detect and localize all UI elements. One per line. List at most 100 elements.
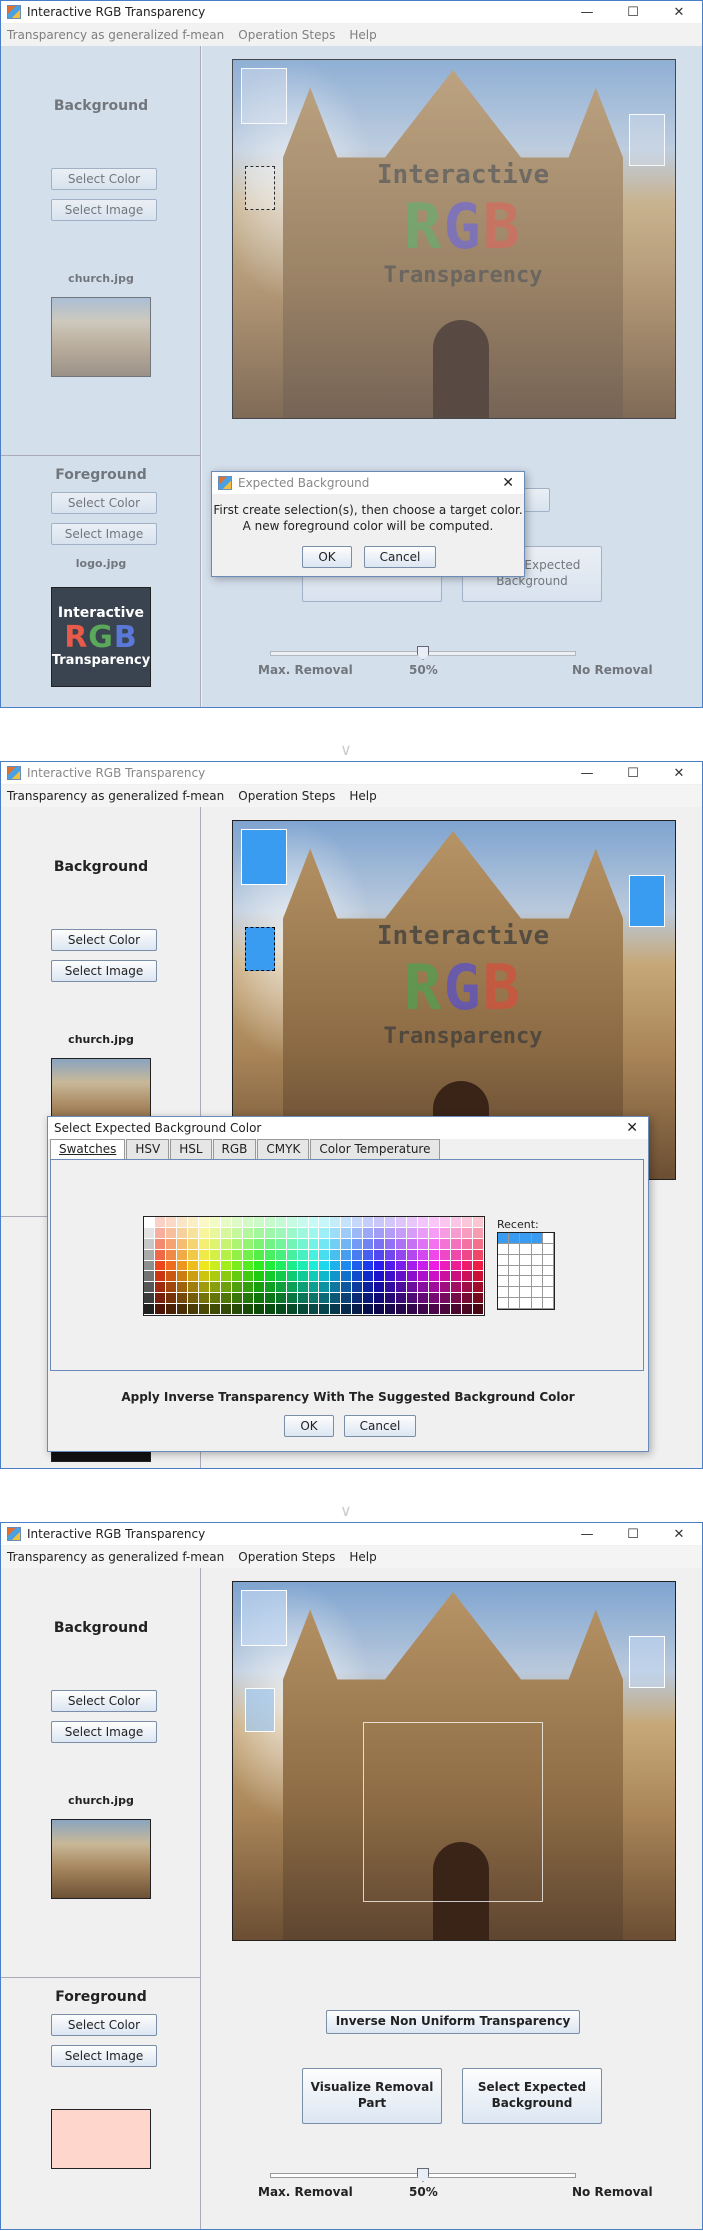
swatch-cell[interactable] [451,1217,463,1228]
swatch-cell[interactable] [407,1304,419,1315]
swatch-cell[interactable] [198,1238,210,1250]
swatch-cell[interactable] [198,1293,210,1305]
swatch-cell[interactable] [253,1249,265,1261]
bg-select-color-button[interactable]: Select Color [51,168,157,190]
swatch-cell[interactable] [330,1227,342,1239]
swatch-cell[interactable] [187,1227,199,1239]
swatch-cell[interactable] [165,1227,177,1239]
swatch-cell[interactable] [418,1282,430,1294]
swatch-cell[interactable] [264,1271,276,1283]
bg-select-color-button[interactable]: Select Color [51,929,157,951]
swatch-cell[interactable] [165,1304,177,1315]
swatch-cell[interactable] [165,1238,177,1250]
swatch-cell[interactable] [319,1293,331,1305]
swatch-cell[interactable] [165,1249,177,1261]
swatch-cell[interactable] [187,1271,199,1283]
swatch-cell[interactable] [363,1260,375,1272]
swatch-cell[interactable] [440,1304,452,1315]
swatch-cell[interactable] [308,1271,320,1283]
swatch-cell[interactable] [253,1282,265,1294]
swatch-cell[interactable] [440,1217,452,1228]
swatch-cell[interactable] [341,1227,353,1239]
swatch-cell[interactable] [363,1227,375,1239]
swatch-cell[interactable] [176,1249,188,1261]
swatch-cell[interactable] [429,1260,441,1272]
slider-thumb[interactable] [417,2168,429,2182]
swatch-cell[interactable] [264,1260,276,1272]
swatch-cell[interactable] [374,1238,386,1250]
swatch-cell[interactable] [374,1227,386,1239]
swatch-cell[interactable] [242,1304,254,1315]
dialog-ok-button[interactable]: OK [302,546,352,568]
swatch-cell[interactable] [264,1304,276,1315]
swatch-cell[interactable] [407,1282,419,1294]
swatch-cell[interactable] [308,1260,320,1272]
menu-help[interactable]: Help [349,789,376,803]
swatch-cell[interactable] [154,1217,166,1228]
swatch-cell[interactable] [352,1217,364,1228]
swatch-cell[interactable] [341,1271,353,1283]
swatch-cell[interactable] [165,1293,177,1305]
recent-cell[interactable] [498,1287,510,1299]
recent-swatch-grid[interactable] [497,1232,555,1310]
swatch-cell[interactable] [154,1249,166,1261]
swatch-cell[interactable] [198,1249,210,1261]
swatch-cell[interactable] [440,1282,452,1294]
swatch-cell[interactable] [319,1282,331,1294]
swatch-cell[interactable] [176,1227,188,1239]
swatch-cell[interactable] [363,1293,375,1305]
swatch-cell[interactable] [275,1249,287,1261]
swatch-cell[interactable] [144,1293,155,1305]
recent-cell[interactable] [542,1265,554,1277]
swatch-cell[interactable] [352,1282,364,1294]
recent-cell[interactable] [531,1287,543,1299]
swatch-cell[interactable] [396,1249,408,1261]
swatch-cell[interactable] [330,1217,342,1228]
swatch-cell[interactable] [330,1260,342,1272]
swatch-cell[interactable] [319,1217,331,1228]
swatch-cell[interactable] [286,1260,298,1272]
swatch-cell[interactable] [242,1271,254,1283]
swatch-cell[interactable] [242,1227,254,1239]
swatch-cell[interactable] [429,1227,441,1239]
chooser-cancel-button[interactable]: Cancel [344,1415,416,1437]
swatch-cell[interactable] [220,1238,232,1250]
swatch-cell[interactable] [220,1260,232,1272]
swatch-cell[interactable] [154,1304,166,1315]
swatch-cell[interactable] [429,1271,441,1283]
swatch-cell[interactable] [165,1260,177,1272]
swatch-cell[interactable] [275,1260,287,1272]
swatch-cell[interactable] [363,1238,375,1250]
close-icon[interactable]: ✕ [656,762,702,784]
swatch-cell[interactable] [462,1260,474,1272]
swatch-cell[interactable] [220,1293,232,1305]
swatch-cell[interactable] [275,1271,287,1283]
swatch-cell[interactable] [253,1217,265,1228]
swatch-cell[interactable] [231,1260,243,1272]
selection-3[interactable] [629,1636,665,1688]
recent-cell[interactable] [520,1243,532,1255]
swatch-cell[interactable] [154,1260,166,1272]
swatch-cell[interactable] [396,1304,408,1315]
swatch-cell[interactable] [473,1217,484,1228]
swatch-cell[interactable] [154,1282,166,1294]
swatch-cell[interactable] [473,1260,484,1272]
swatch-cell[interactable] [473,1271,484,1283]
swatch-cell[interactable] [341,1249,353,1261]
swatch-cell[interactable] [209,1227,221,1239]
swatch-cell[interactable] [363,1304,375,1315]
recent-cell[interactable] [509,1265,521,1277]
fg-select-image-button[interactable]: Select Image [51,2045,157,2067]
menu-help[interactable]: Help [349,1550,376,1564]
swatch-cell[interactable] [429,1304,441,1315]
swatch-cell[interactable] [308,1238,320,1250]
recent-cell[interactable] [542,1298,554,1309]
recent-cell[interactable] [542,1233,554,1244]
swatch-cell[interactable] [242,1293,254,1305]
swatch-cell[interactable] [462,1271,474,1283]
dialog-cancel-button[interactable]: Cancel [364,546,436,568]
swatch-cell[interactable] [440,1227,452,1239]
swatch-cell[interactable] [385,1260,397,1272]
bg-select-image-button[interactable]: Select Image [51,1721,157,1743]
swatch-cell[interactable] [429,1238,441,1250]
